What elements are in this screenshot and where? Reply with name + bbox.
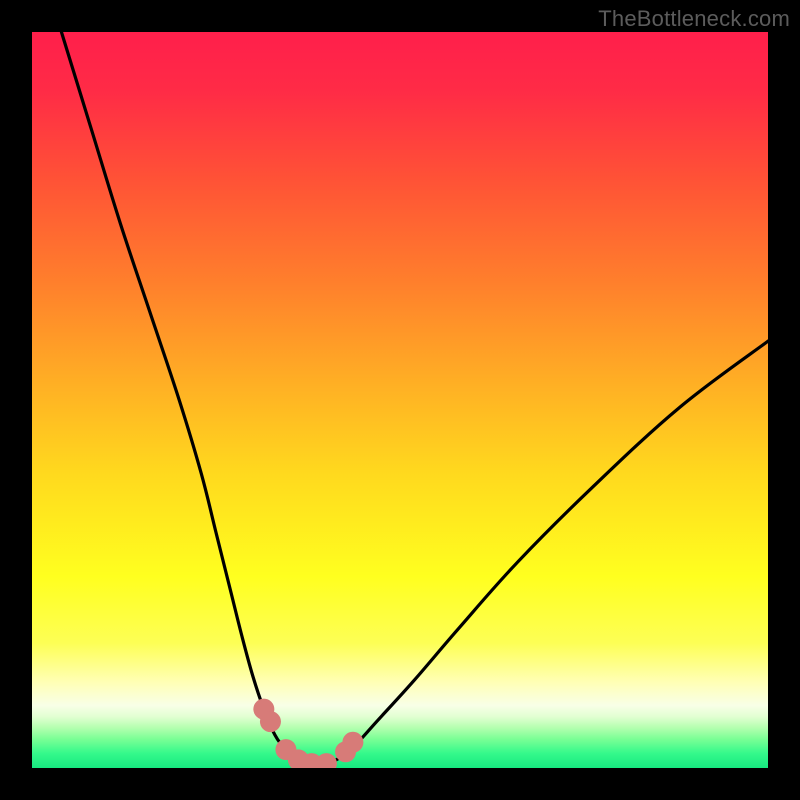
marker-group: [253, 699, 363, 768]
marker-point: [316, 753, 337, 768]
marker-point: [342, 732, 363, 753]
watermark-text: TheBottleneck.com: [598, 6, 790, 32]
marker-point: [260, 711, 281, 732]
bottleneck-curve: [61, 32, 768, 764]
plot-area: [32, 32, 768, 768]
outer-frame: TheBottleneck.com: [0, 0, 800, 800]
chart-svg: [32, 32, 768, 768]
